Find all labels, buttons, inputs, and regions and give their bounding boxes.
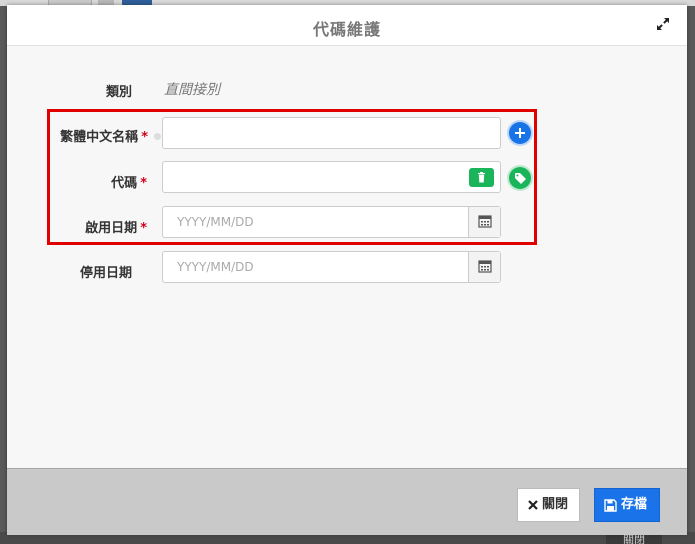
save-button[interactable]: 存檔 <box>594 488 660 522</box>
end-date-placeholder: YYYY/MM/DD <box>177 260 254 274</box>
category-label: 類別 <box>105 85 132 100</box>
dialog-footer: 關閉 存檔 <box>7 468 687 535</box>
save-button-label: 存檔 <box>621 497 648 512</box>
required-fields-highlight <box>47 109 537 245</box>
calendar-icon <box>478 260 492 273</box>
end-date-label: 停用日期 <box>79 266 132 281</box>
end-date-input[interactable]: YYYY/MM/DD <box>162 251 501 283</box>
close-button[interactable]: 關閉 <box>517 488 580 522</box>
dialog-title: 代碼維護 <box>312 20 381 39</box>
close-x-icon <box>528 500 538 510</box>
save-icon <box>604 498 617 512</box>
close-button-label: 關閉 <box>542 497 569 512</box>
dialog-header: 代碼維護 <box>7 5 687 46</box>
category-value: 直間接別 <box>164 82 220 98</box>
end-date-calendar-button[interactable] <box>468 252 500 282</box>
code-maintenance-dialog: 代碼維護 類別 直間接別 繁體中文名稱 * 代碼 * 啟用日期 * YYYY/MM/D… <box>7 5 687 535</box>
expand-icon[interactable] <box>655 16 671 32</box>
